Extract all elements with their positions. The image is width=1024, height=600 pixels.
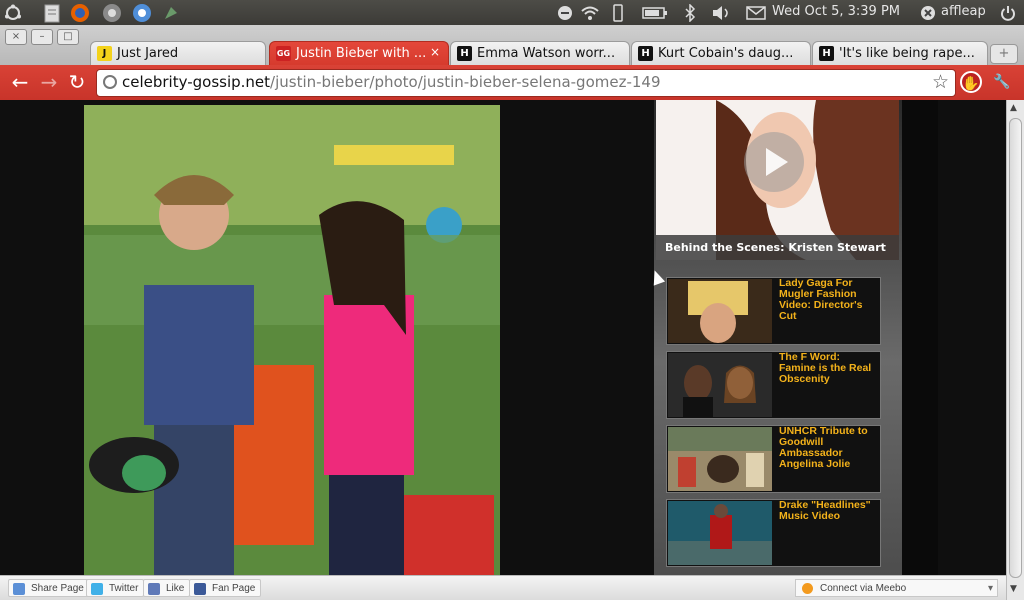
- window-maximize-button[interactable]: □: [57, 29, 79, 45]
- tab-label: Kurt Cobain's daug...: [658, 46, 794, 61]
- news-favicon-icon: H: [638, 46, 653, 61]
- twitter-icon: [91, 583, 103, 595]
- tab-just-jared[interactable]: J Just Jared: [90, 41, 266, 66]
- tab-emma-watson[interactable]: H Emma Watson worr...: [450, 41, 630, 66]
- featured-video[interactable]: Behind the Scenes: Kristen Stewart: [656, 100, 899, 260]
- tab-label: Emma Watson worr...: [477, 46, 616, 61]
- celebrity-photo[interactable]: [84, 105, 500, 575]
- back-button[interactable]: ←: [8, 70, 32, 94]
- reload-button[interactable]: ↻: [65, 70, 89, 94]
- phone-icon[interactable]: [610, 2, 626, 23]
- mail-icon[interactable]: [745, 2, 767, 23]
- social-bottom-bar: Share Page Twitter Like Fan Page Connect…: [0, 575, 1006, 600]
- address-bar[interactable]: celebrity-gossip.net/justin-bieber/photo…: [96, 69, 956, 97]
- video-item[interactable]: The F Word: Famine is the Real Obscenity: [666, 351, 881, 419]
- browser-tab-strip: × – □ J Just Jared GG Justin Bieber with…: [0, 25, 1024, 66]
- scroll-down-icon[interactable]: ▼: [1010, 584, 1017, 594]
- video-item[interactable]: UNHCR Tribute to Goodwill Ambassador Ang…: [666, 425, 881, 493]
- gossip-favicon-icon: GG: [276, 46, 291, 61]
- thumbs-up-icon: [148, 583, 160, 595]
- text-editor-icon[interactable]: [41, 2, 63, 23]
- ubuntu-logo-icon[interactable]: [3, 2, 23, 23]
- scroll-up-icon[interactable]: ▲: [1010, 103, 1017, 113]
- power-icon[interactable]: [998, 2, 1018, 23]
- tab-close-icon[interactable]: ×: [430, 45, 440, 59]
- featured-video-caption[interactable]: Behind the Scenes: Kristen Stewart: [656, 235, 899, 260]
- video-title[interactable]: Lady Gaga For Mugler Fashion Video: Dire…: [779, 278, 879, 322]
- video-thumbnail[interactable]: [668, 427, 772, 491]
- twitter-button[interactable]: Twitter: [86, 579, 145, 597]
- meebo-connect-button[interactable]: Connect via Meebo ▾: [795, 579, 998, 597]
- share-icon: [13, 583, 25, 595]
- bookmark-star-icon[interactable]: ☆: [932, 71, 949, 93]
- wifi-icon[interactable]: [580, 2, 600, 23]
- video-title[interactable]: Drake "Headlines" Music Video: [779, 500, 879, 522]
- tab-label: 'It's like being rape...: [839, 46, 975, 61]
- tab-label: Just Jared: [117, 46, 179, 61]
- facebook-icon: [194, 583, 206, 595]
- video-thumbnail[interactable]: [668, 279, 772, 343]
- fan-page-button[interactable]: Fan Page: [189, 579, 262, 597]
- system-top-panel: Wed Oct 5, 3:39 PM affleap: [0, 0, 1024, 25]
- news-favicon-icon: H: [819, 46, 834, 61]
- video-item[interactable]: Lady Gaga For Mugler Fashion Video: Dire…: [666, 277, 881, 345]
- battery-icon[interactable]: [642, 2, 668, 23]
- tab-kurt-cobain[interactable]: H Kurt Cobain's daug...: [631, 41, 811, 66]
- share-page-button[interactable]: Share Page: [8, 579, 90, 597]
- new-tab-button[interactable]: +: [990, 44, 1018, 64]
- adblock-icon[interactable]: ✋: [960, 71, 982, 93]
- vertical-scrollbar[interactable]: ▲ ▼: [1006, 100, 1024, 600]
- like-button[interactable]: Like: [143, 579, 191, 597]
- wrench-menu-icon[interactable]: 🔧: [991, 71, 1013, 93]
- tab-justin-bieber[interactable]: GG Justin Bieber with ... ×: [269, 41, 449, 66]
- tab-label: Justin Bieber with ...: [296, 46, 427, 61]
- video-title[interactable]: UNHCR Tribute to Goodwill Ambassador Ang…: [779, 426, 879, 470]
- video-thumbnail[interactable]: [668, 501, 772, 565]
- address-url[interactable]: celebrity-gossip.net/justin-bieber/photo…: [122, 73, 661, 91]
- video-thumbnail[interactable]: [668, 353, 772, 417]
- video-item[interactable]: Drake "Headlines" Music Video: [666, 499, 881, 567]
- page-gutter: [902, 100, 938, 575]
- network-off-icon[interactable]: [555, 2, 575, 23]
- app-icon[interactable]: [100, 2, 124, 23]
- forward-button[interactable]: →: [37, 70, 61, 94]
- tab-its-like-being[interactable]: H 'It's like being rape...: [812, 41, 988, 66]
- bluetooth-icon[interactable]: [682, 2, 698, 23]
- panel-clock[interactable]: Wed Oct 5, 3:39 PM: [772, 4, 900, 19]
- video-title[interactable]: The F Word: Famine is the Real Obscenity: [779, 352, 879, 385]
- globe-icon: [103, 75, 117, 89]
- news-favicon-icon: H: [457, 46, 472, 61]
- chrome-icon[interactable]: [130, 2, 154, 23]
- window-minimize-button[interactable]: –: [31, 29, 53, 45]
- meebo-icon: [802, 583, 813, 594]
- panel-username[interactable]: affleap: [941, 4, 986, 19]
- window-close-button[interactable]: ×: [5, 29, 27, 45]
- user-status-icon[interactable]: [918, 2, 938, 23]
- chevron-down-icon[interactable]: ▾: [988, 580, 993, 598]
- volume-icon[interactable]: [710, 2, 734, 23]
- firefox-icon[interactable]: [68, 2, 92, 23]
- scrollbar-thumb[interactable]: [1009, 118, 1022, 578]
- settings-icon[interactable]: [159, 2, 183, 23]
- just-jared-favicon-icon: J: [97, 46, 112, 61]
